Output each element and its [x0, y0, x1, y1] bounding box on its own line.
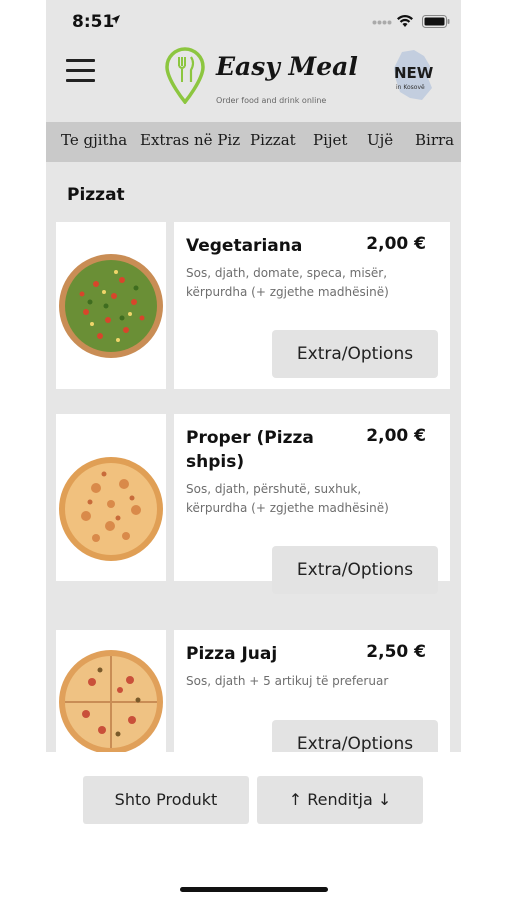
vegetarian-pizza-icon	[59, 254, 163, 358]
tab-birra[interactable]: Birra	[415, 131, 454, 149]
product-details: Proper (Pizza shpis) 2,00 € Sos, djath, …	[174, 414, 450, 594]
badge-sub-label: in Kosovë	[396, 84, 425, 91]
tab-uje[interactable]: Ujë	[367, 131, 393, 149]
wifi-icon	[397, 14, 413, 27]
location-arrow-icon	[111, 15, 120, 24]
new-in-kosovo-badge: NEW in Kosovë	[386, 48, 442, 104]
product-image[interactable]	[56, 414, 166, 581]
section-title: Pizzat	[67, 185, 125, 205]
extra-options-button[interactable]: Extra/Options	[272, 330, 438, 378]
product-card: Proper (Pizza shpis) 2,00 € Sos, djath, …	[56, 414, 450, 594]
product-details: Pizza Juaj 2,50 € Sos, djath + 5 artikuj…	[174, 630, 450, 752]
badge-new-label: NEW	[394, 64, 434, 82]
cellular-signal-icon	[372, 20, 392, 25]
product-price: 2,50 €	[366, 642, 426, 662]
tab-te-gjitha[interactable]: Te gjitha	[61, 131, 127, 149]
status-bar: 8:51	[46, 0, 461, 44]
home-indicator[interactable]	[180, 887, 328, 892]
category-tabs: Te gjitha Extras në Piz Pizzat Pijet Ujë…	[46, 122, 461, 162]
product-card: Vegetariana 2,00 € Sos, djath, domate, s…	[56, 222, 450, 389]
product-image[interactable]	[56, 630, 166, 752]
product-name: Proper (Pizza shpis)	[186, 428, 314, 472]
extra-options-button[interactable]: Extra/Options	[272, 720, 438, 752]
add-product-button[interactable]: Shto Produkt	[83, 776, 249, 824]
brand-name: Easy Meal	[216, 52, 358, 81]
product-description: Sos, djath, domate, speca, misër, kërpur…	[186, 266, 389, 299]
battery-icon	[422, 15, 450, 28]
product-price: 2,00 €	[366, 426, 426, 446]
brand-logo: Easy Meal Order food and drink online	[164, 46, 358, 110]
product-image[interactable]	[56, 222, 166, 389]
tab-pizzat[interactable]: Pizzat	[250, 131, 296, 149]
app-screen: 8:51 Easy Meal Order food and drink onli…	[46, 0, 461, 752]
tab-pijet[interactable]: Pijet	[313, 131, 347, 149]
product-description: Sos, djath + 5 artikuj të preferuar	[186, 674, 389, 688]
extra-options-button[interactable]: Extra/Options	[272, 546, 438, 594]
product-name: Vegetariana	[186, 236, 303, 256]
sort-button[interactable]: ↑ Renditja ↓	[257, 776, 423, 824]
product-details: Vegetariana 2,00 € Sos, djath, domate, s…	[174, 222, 450, 389]
product-name: Pizza Juaj	[186, 644, 278, 664]
fork-knife-pin-icon	[165, 47, 205, 104]
menu-icon[interactable]	[66, 59, 96, 83]
product-price: 2,00 €	[366, 234, 426, 254]
product-card: Pizza Juaj 2,50 € Sos, djath + 5 artikuj…	[56, 630, 450, 752]
app-header: Easy Meal Order food and drink online NE…	[46, 44, 461, 122]
brand-tagline: Order food and drink online	[216, 96, 327, 105]
product-description: Sos, djath, përshutë, suxhuk, kërpurdha …	[186, 482, 389, 515]
custom-pizza-icon	[59, 650, 163, 752]
house-pizza-icon	[59, 457, 163, 561]
status-time: 8:51	[72, 12, 115, 32]
tab-extras[interactable]: Extras në Piz	[140, 131, 240, 149]
